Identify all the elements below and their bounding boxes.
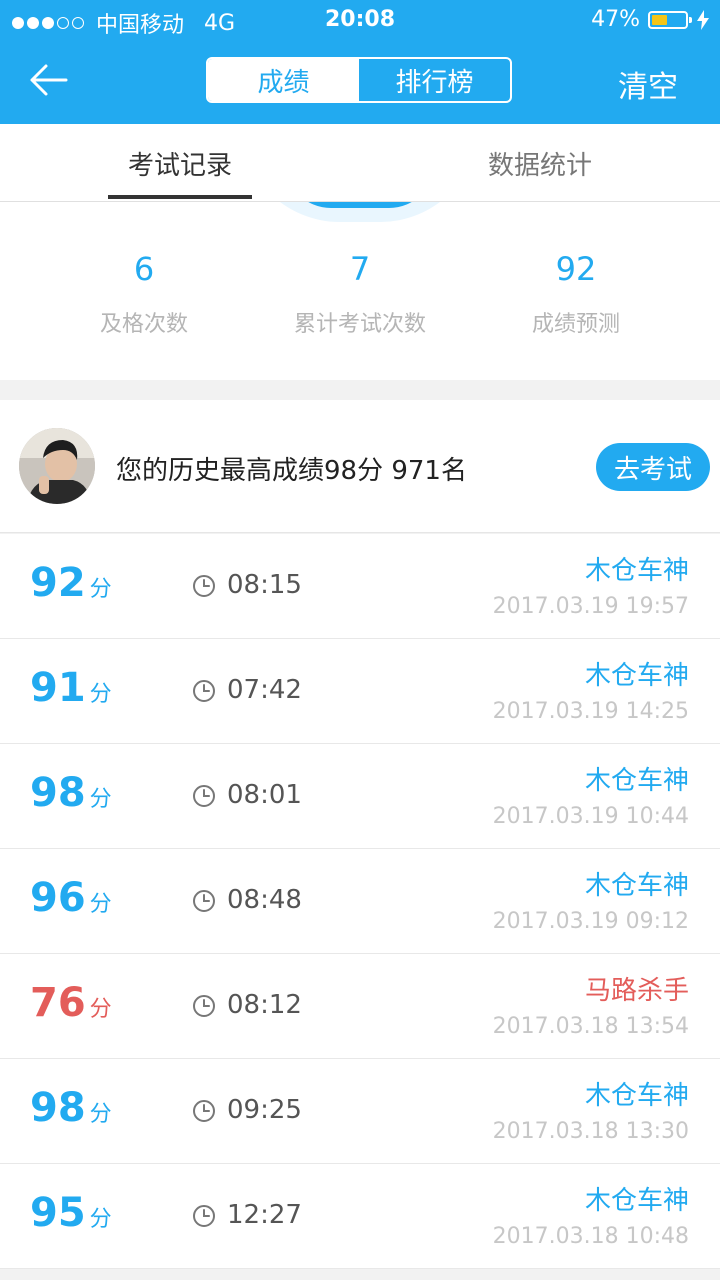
record-list: 92 分 08:15 木仓车神 2017.03.19 19:57 91 分 07:42 木仓车神… xyxy=(0,534,720,1269)
record-row[interactable]: 76 分 08:12 马路杀手 2017.03.18 13:54 xyxy=(0,954,720,1059)
score-value: 92 xyxy=(30,560,86,606)
record-date: 2017.03.18 10:48 xyxy=(492,1224,689,1249)
segment-leaderboard[interactable]: 排行榜 xyxy=(359,59,510,101)
record-duration: 08:15 xyxy=(227,570,302,600)
record-duration: 12:27 xyxy=(227,1200,302,1230)
clock-icon xyxy=(193,1205,215,1227)
clock-icon xyxy=(193,995,215,1017)
status-bar: 中国移动 4G 20:08 47% xyxy=(0,0,720,40)
record-title: 马路杀手 xyxy=(584,976,689,1006)
clock-icon xyxy=(193,680,215,702)
record-score: 95 分 xyxy=(30,1190,112,1236)
score-unit: 分 xyxy=(89,682,112,707)
record-row[interactable]: 98 分 09:25 木仓车神 2017.03.18 13:30 xyxy=(0,1059,720,1164)
stat-score-prediction: 92 成绩预测 xyxy=(456,250,696,338)
score-value: 76 xyxy=(30,980,86,1026)
record-title: 木仓车神 xyxy=(584,766,689,796)
record-score: 98 分 xyxy=(30,770,112,816)
record-title: 木仓车神 xyxy=(584,1186,689,1216)
score-unit: 分 xyxy=(89,1207,112,1232)
record-duration: 09:25 xyxy=(227,1095,302,1125)
score-unit: 分 xyxy=(89,892,112,917)
nav-bar: 成绩 排行榜 清空 xyxy=(0,40,720,124)
record-duration: 08:48 xyxy=(227,885,302,915)
battery-fill xyxy=(652,14,668,25)
record-score: 92 分 xyxy=(30,560,112,606)
stat-value: 7 xyxy=(349,250,371,288)
record-date: 2017.03.19 19:57 xyxy=(492,594,689,619)
record-row[interactable]: 98 分 08:01 木仓车神 2017.03.19 10:44 xyxy=(0,744,720,849)
score-value: 98 xyxy=(30,1085,86,1131)
stats-panel: 6 及格次数 7 累计考试次数 92 成绩预测 xyxy=(0,202,720,380)
avatar xyxy=(19,428,95,504)
score-unit: 分 xyxy=(89,787,112,812)
score-unit: 分 xyxy=(89,997,112,1022)
segment-control: 成绩 排行榜 xyxy=(206,57,512,103)
segment-scores[interactable]: 成绩 xyxy=(208,59,359,101)
record-score: 91 分 xyxy=(30,665,112,711)
tab-bar: 考试记录 数据统计 xyxy=(0,124,720,202)
clear-button[interactable]: 清空 xyxy=(618,62,678,106)
score-value: 96 xyxy=(30,875,86,921)
clock-icon xyxy=(193,785,215,807)
clock-icon xyxy=(193,1100,215,1122)
score-value: 91 xyxy=(30,665,86,711)
score-unit: 分 xyxy=(89,577,112,602)
score-value: 98 xyxy=(30,770,86,816)
score-value: 95 xyxy=(30,1190,86,1236)
stat-value: 6 xyxy=(133,250,155,288)
take-exam-button[interactable]: 去考试 xyxy=(596,443,710,491)
back-arrow-icon[interactable] xyxy=(28,62,68,98)
battery-icon xyxy=(648,10,692,29)
tab-exam-records[interactable]: 考试记录 xyxy=(108,124,252,202)
record-date: 2017.03.18 13:30 xyxy=(492,1119,689,1144)
record-date: 2017.03.19 10:44 xyxy=(492,804,689,829)
stat-value: 92 xyxy=(555,250,597,288)
stat-label: 累计考试次数 xyxy=(293,312,426,337)
clock-icon xyxy=(193,890,215,912)
record-title: 木仓车神 xyxy=(584,556,689,586)
record-title: 木仓车神 xyxy=(584,661,689,691)
app-header: 中国移动 4G 20:08 47% 成绩 排行榜 清空 xyxy=(0,0,720,124)
record-title: 木仓车神 xyxy=(584,871,689,901)
record-row[interactable]: 95 分 12:27 木仓车神 2017.03.18 10:48 xyxy=(0,1164,720,1269)
stat-label: 及格次数 xyxy=(99,312,188,337)
record-score: 76 分 xyxy=(30,980,112,1026)
record-duration: 08:01 xyxy=(227,780,302,810)
lightning-bolt-icon xyxy=(697,9,709,30)
status-right: 47% xyxy=(591,7,710,32)
record-score: 98 分 xyxy=(30,1085,112,1131)
record-row[interactable]: 96 分 08:48 木仓车神 2017.03.19 09:12 xyxy=(0,849,720,954)
score-unit: 分 xyxy=(89,1102,112,1127)
record-date: 2017.03.19 14:25 xyxy=(492,699,689,724)
record-date: 2017.03.18 13:54 xyxy=(492,1014,689,1039)
stat-total-exams: 7 累计考试次数 xyxy=(240,250,480,338)
battery-percent: 47% xyxy=(591,7,640,32)
record-score: 96 分 xyxy=(30,875,112,921)
record-row[interactable]: 92 分 08:15 木仓车神 2017.03.19 19:57 xyxy=(0,534,720,639)
clock-icon xyxy=(193,575,215,597)
avatar-image xyxy=(19,428,95,504)
stat-label: 成绩预测 xyxy=(531,312,620,337)
active-tab-indicator xyxy=(108,195,252,199)
best-score-text: 您的历史最高成绩98分 971名 xyxy=(116,456,467,486)
record-duration: 08:12 xyxy=(227,990,302,1020)
record-row[interactable]: 91 分 07:42 木仓车神 2017.03.19 14:25 xyxy=(0,639,720,744)
stat-pass-count: 6 及格次数 xyxy=(24,250,264,338)
record-date: 2017.03.19 09:12 xyxy=(492,909,689,934)
record-title: 木仓车神 xyxy=(584,1081,689,1111)
record-duration: 07:42 xyxy=(227,675,302,705)
tab-statistics[interactable]: 数据统计 xyxy=(460,124,620,202)
